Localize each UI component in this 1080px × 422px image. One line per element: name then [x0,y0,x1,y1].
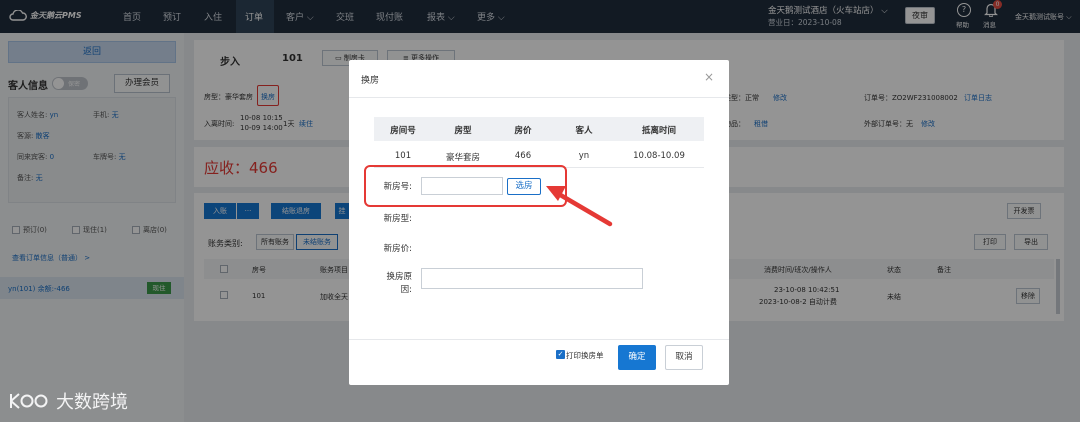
th-stay-dates: 抵离时间 [641,126,676,136]
td-stay-dates: 10.08-10.09 [633,151,685,161]
reason-label-line2: 因: [400,285,412,295]
close-icon[interactable]: × [704,70,714,84]
highlight-box [364,165,567,207]
td-room-no: 101 [394,151,412,161]
confirm-button[interactable]: 确定 [618,345,656,370]
reason-label-line1: 换房原 [386,272,412,282]
td-room-type: 豪华套房 [445,153,480,163]
divider [349,97,729,98]
th-room-type: 房型 [454,126,472,136]
new-type-label: 新房型: [383,214,412,224]
print-slip-label: 打印换房单 [566,351,604,360]
change-room-dialog: 换房 × 房间号 房型 房价 客人 抵离时间 101 豪华套房 466 yn 1… [349,60,729,385]
dialog-title: 换房 [361,76,380,86]
divider [349,339,729,340]
td-room-price: 466 [514,151,532,161]
new-price-label: 新房价: [383,244,412,254]
th-room-no: 房间号 [390,126,416,136]
th-guest: 客人 [575,126,593,136]
print-slip-checkbox[interactable]: ✓ [556,350,565,359]
th-room-price: 房价 [514,126,532,136]
watermark: 大数跨境 [8,388,128,414]
cancel-button[interactable]: 取消 [665,345,703,370]
reason-input[interactable] [421,268,643,289]
watermark-logo-icon [10,393,48,409]
watermark-text: 大数跨境 [56,392,128,413]
td-guest: yn [578,151,590,161]
